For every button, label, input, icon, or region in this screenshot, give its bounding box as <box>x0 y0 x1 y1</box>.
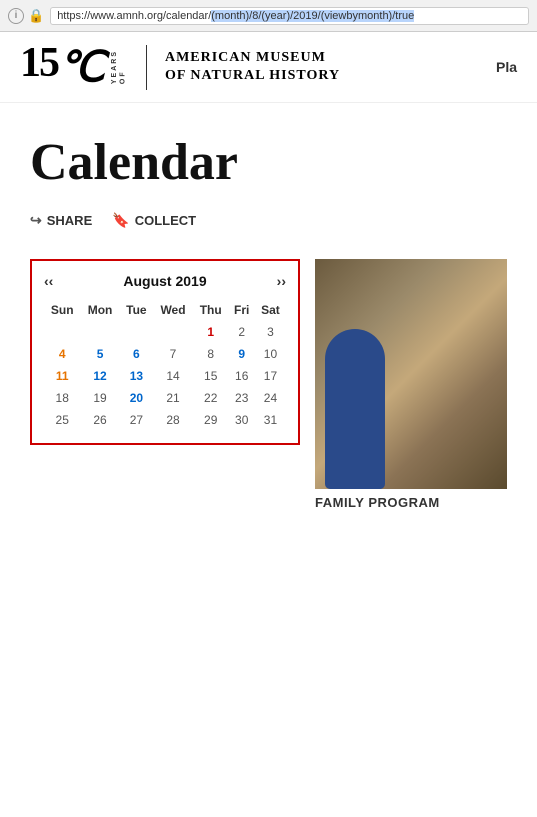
list-item[interactable]: 20 <box>120 387 153 409</box>
address-bar[interactable]: https://www.amnh.org/calendar/(month)/8/… <box>50 7 529 25</box>
list-item[interactable]: 13 <box>120 365 153 387</box>
logo-text: American Museum of Natural History <box>165 49 340 85</box>
table-row: 11121314151617 <box>44 365 286 387</box>
day-thu: Thu <box>193 299 229 321</box>
day-wed: Wed <box>153 299 193 321</box>
list-item[interactable]: 23 <box>228 387 254 409</box>
cal-prev[interactable]: ‹‹ <box>44 273 53 289</box>
list-item <box>44 321 80 343</box>
family-program-label: FAMILY PROGRAM <box>315 495 507 510</box>
logo-number: 15 <box>20 42 58 84</box>
calendar-image-row: ‹‹ August 2019 ›› Sun Mon Tue Wed Thu Fr… <box>30 259 507 510</box>
list-item <box>120 321 153 343</box>
url-highlighted: (month)/8/(year)/2019/(viewbymonth)/true <box>211 10 414 22</box>
list-item[interactable]: 27 <box>120 409 153 431</box>
list-item[interactable]: 29 <box>193 409 229 431</box>
list-item[interactable]: 14 <box>153 365 193 387</box>
lock-icon: 🔒 <box>28 8 44 24</box>
day-fri: Fri <box>228 299 254 321</box>
svg-text:AMNH: AMNH <box>351 367 363 372</box>
image-svg: AMNH <box>315 259 507 489</box>
list-item[interactable]: 21 <box>153 387 193 409</box>
collect-button[interactable]: 🔖 COLLECT <box>112 212 196 229</box>
cal-header: ‹‹ August 2019 ›› <box>44 273 286 289</box>
cal-next[interactable]: ›› <box>277 273 286 289</box>
collect-label: COLLECT <box>135 213 196 228</box>
url-plain: https://www.amnh.org/calendar/ <box>57 10 211 22</box>
info-icon[interactable]: i <box>8 8 24 24</box>
logo-area: 15 ℃ YEARSOF American Museum of Natural … <box>20 42 340 92</box>
logo-divider <box>146 45 147 90</box>
logo-years: YEARSOF <box>111 50 128 84</box>
site-header: 15 ℃ YEARSOF American Museum of Natural … <box>0 32 537 103</box>
list-item[interactable]: 3 <box>255 321 286 343</box>
action-bar: ↪ SHARE 🔖 COLLECT <box>30 212 507 229</box>
list-item[interactable]: 28 <box>153 409 193 431</box>
browser-bar: i 🔒 https://www.amnh.org/calendar/(month… <box>0 0 537 32</box>
list-item <box>80 321 119 343</box>
table-row: 18192021222324 <box>44 387 286 409</box>
logo-line1: American Museum <box>165 49 340 67</box>
calendar-widget: ‹‹ August 2019 ›› Sun Mon Tue Wed Thu Fr… <box>30 259 300 445</box>
table-row: 25262728293031 <box>44 409 286 431</box>
list-item[interactable]: 24 <box>255 387 286 409</box>
list-item[interactable]: 25 <box>44 409 80 431</box>
list-item <box>153 321 193 343</box>
share-button[interactable]: ↪ SHARE <box>30 212 92 229</box>
list-item[interactable]: 7 <box>153 343 193 365</box>
list-item[interactable]: 26 <box>80 409 119 431</box>
cal-days-header: Sun Mon Tue Wed Thu Fri Sat <box>44 299 286 321</box>
family-program-image: AMNH <box>315 259 507 489</box>
list-item[interactable]: 11 <box>44 365 80 387</box>
list-item[interactable]: 2 <box>228 321 254 343</box>
share-icon: ↪ <box>30 212 42 229</box>
day-sun: Sun <box>44 299 80 321</box>
day-tue: Tue <box>120 299 153 321</box>
list-item[interactable]: 1 <box>193 321 229 343</box>
table-row: 45678910 <box>44 343 286 365</box>
cal-month-year: August 2019 <box>123 273 206 289</box>
list-item[interactable]: 22 <box>193 387 229 409</box>
list-item[interactable]: 30 <box>228 409 254 431</box>
page-content: Calendar ↪ SHARE 🔖 COLLECT ‹‹ August 201… <box>0 103 537 530</box>
table-row: 123 <box>44 321 286 343</box>
list-item[interactable]: 4 <box>44 343 80 365</box>
list-item[interactable]: 6 <box>120 343 153 365</box>
list-item[interactable]: 10 <box>255 343 286 365</box>
calendar-grid: Sun Mon Tue Wed Thu Fri Sat 123456789101… <box>44 299 286 431</box>
page-title: Calendar <box>30 133 507 192</box>
list-item[interactable]: 12 <box>80 365 119 387</box>
logo-line2: of Natural History <box>165 67 340 85</box>
day-sat: Sat <box>255 299 286 321</box>
cal-body: 1234567891011121314151617181920212223242… <box>44 321 286 431</box>
share-label: SHARE <box>47 213 93 228</box>
logo-c: ℃ <box>58 42 105 92</box>
list-item[interactable]: 8 <box>193 343 229 365</box>
list-item[interactable]: 31 <box>255 409 286 431</box>
day-mon: Mon <box>80 299 119 321</box>
list-item[interactable]: 9 <box>228 343 254 365</box>
list-item[interactable]: 5 <box>80 343 119 365</box>
browser-icons: i 🔒 <box>8 8 44 24</box>
list-item[interactable]: 16 <box>228 365 254 387</box>
sidebar-image: AMNH FAMILY PROGRAM <box>315 259 507 510</box>
list-item[interactable]: 17 <box>255 365 286 387</box>
list-item[interactable]: 15 <box>193 365 229 387</box>
list-item[interactable]: 18 <box>44 387 80 409</box>
bookmark-icon: 🔖 <box>112 212 129 229</box>
list-item[interactable]: 19 <box>80 387 119 409</box>
header-nav[interactable]: Pla <box>496 59 517 75</box>
